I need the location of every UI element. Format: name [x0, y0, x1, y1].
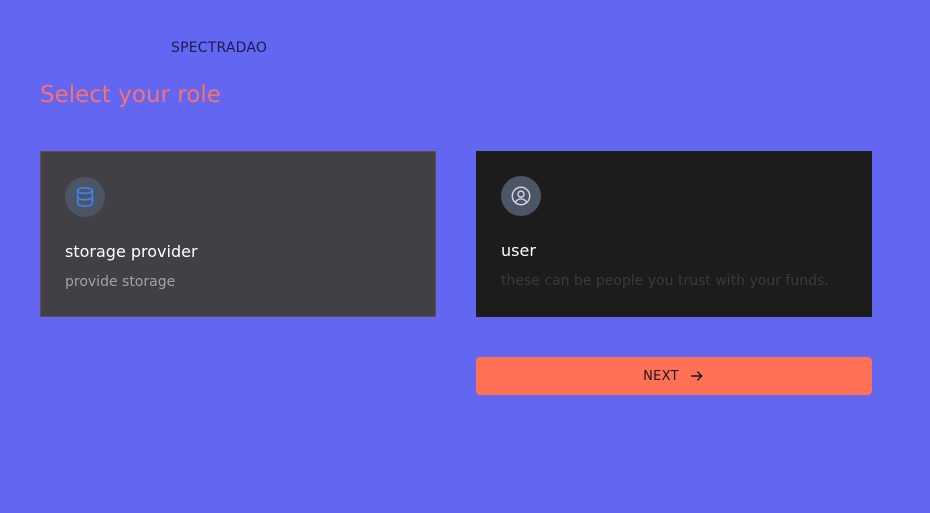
role-card-title: storage provider — [65, 242, 198, 261]
role-card-title: user — [501, 241, 536, 260]
role-card-storage-provider[interactable]: storage provider provide storage — [40, 151, 436, 317]
role-card-description: these can be people you trust with your … — [501, 273, 829, 289]
database-icon — [65, 177, 105, 217]
role-card-description: provide storage — [65, 274, 176, 290]
next-button-label: NEXT — [643, 368, 679, 384]
arrow-right-icon — [689, 368, 705, 384]
brand-logo-text[interactable]: SPECTRADAO — [171, 40, 267, 56]
role-card-user[interactable]: user these can be people you trust with … — [476, 151, 872, 317]
next-button[interactable]: NEXT — [476, 357, 872, 395]
user-circle-icon — [501, 176, 541, 216]
page-title: Select your role — [40, 82, 221, 108]
